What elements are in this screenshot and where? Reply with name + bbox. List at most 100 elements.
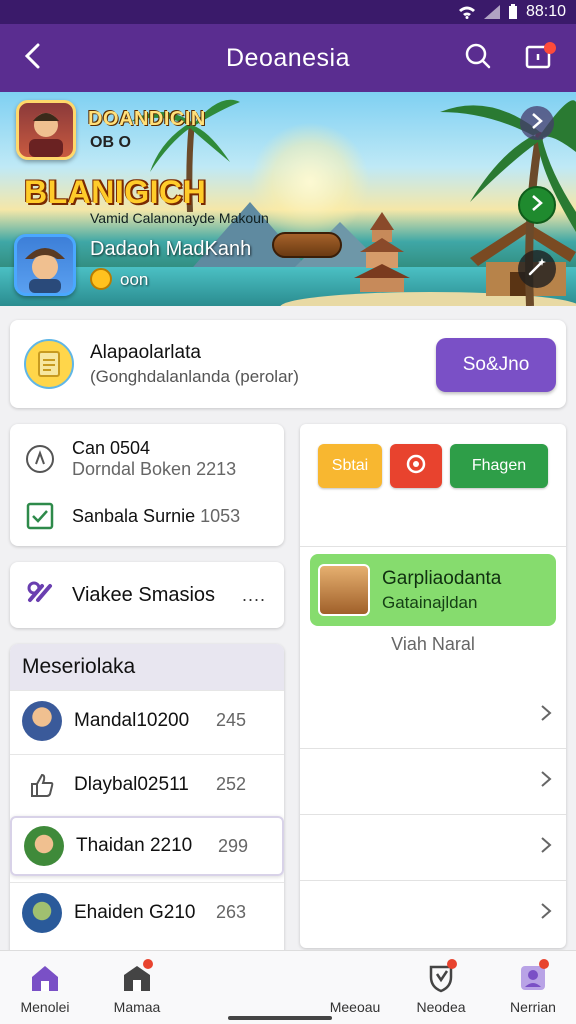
record-icon — [405, 453, 427, 480]
promo-card: Alapaolarlata (Gonghdalanlanda (perolar)… — [10, 320, 566, 408]
player-score: 263 — [216, 902, 247, 922]
table-row[interactable]: Thaidan 2210 299 — [10, 816, 284, 876]
nav-item-home[interactable]: Menolei — [0, 961, 90, 1015]
magic-wand-icon — [527, 257, 547, 282]
list-item[interactable] — [300, 880, 566, 946]
link-icon — [26, 580, 56, 611]
more-icon[interactable]: .... — [242, 585, 266, 606]
chevron-right-icon — [540, 836, 552, 859]
stats-card: Can 0504 Dorndal Boken 2213 Sanbala Surn… — [10, 424, 284, 546]
player-score: 245 — [216, 710, 247, 730]
table-row[interactable]: Dlaybal02511 252 — [10, 754, 284, 814]
right-panel: Sbtai Fhagen Garpliaodanta Gatainajldan … — [300, 424, 566, 948]
list-item[interactable] — [300, 748, 566, 814]
chevron-right-icon — [540, 770, 552, 793]
status-bar: 88:10 — [0, 0, 576, 24]
wifi-icon — [458, 5, 476, 19]
player-name: Ehaiden G210 — [74, 901, 196, 923]
promo-cta-button[interactable]: So&Jno — [436, 338, 556, 392]
nav-label: Nerrian — [510, 999, 556, 1015]
battery-icon — [508, 4, 518, 20]
player-score: 252 — [216, 774, 247, 794]
play-button[interactable] — [518, 186, 556, 224]
player-name: Thaidan 2210 — [76, 835, 193, 856]
magic-button[interactable] — [518, 250, 556, 288]
chevron-left-icon — [24, 43, 40, 74]
store-icon — [119, 959, 155, 995]
stat-row[interactable]: Sanbala Surnie 1053 — [24, 500, 240, 532]
banner-next-button[interactable] — [520, 106, 554, 140]
status-time: 88:10 — [525, 3, 566, 20]
boat-illustration — [272, 232, 342, 258]
signal-icon — [483, 5, 500, 19]
chevron-right-icon — [531, 194, 543, 217]
notifications-button[interactable] — [518, 38, 558, 78]
home-indicator — [228, 1016, 332, 1020]
promo-subtitle: (Gonghdalanlanda (perolar) — [90, 366, 299, 386]
chip-button[interactable]: Sbtai — [318, 444, 382, 488]
player-avatar[interactable] — [16, 100, 76, 160]
chevron-right-icon — [531, 112, 543, 135]
session-card[interactable]: Viakee Smasios .... — [10, 562, 284, 628]
stat-label: Sanbala Surnie — [72, 505, 196, 526]
ranking-list: Meseriolaka Mandal10200 245 Dlaybal02511… — [10, 644, 284, 964]
search-icon — [464, 42, 492, 75]
section-label: Viah Naral — [391, 634, 475, 654]
nav-item-profile[interactable]: Nerrian — [488, 959, 576, 1015]
app-bar: Deoanesia — [0, 24, 576, 92]
avatar — [318, 564, 370, 616]
player-name: Mandal10200 — [74, 709, 190, 731]
player-name: Dlaybal02511 — [74, 773, 189, 795]
featured-subtitle: Gatainajldan — [382, 592, 478, 612]
nav-label: Neodea — [416, 999, 466, 1015]
search-button[interactable] — [458, 38, 498, 78]
back-button[interactable] — [0, 24, 64, 92]
nav-label: Meeoau — [329, 999, 381, 1015]
record-chip-button[interactable] — [390, 444, 442, 488]
nav-label: Mamaa — [113, 999, 161, 1015]
bottom-nav: Menolei Mamaa Meeoau Neodea Nerrian — [0, 950, 576, 1024]
stat-value: 1053 — [200, 505, 241, 526]
thumbs-up-icon — [22, 765, 62, 805]
avatar — [22, 892, 62, 933]
chip-button[interactable]: Fhagen — [450, 444, 548, 488]
nav-label: Menolei — [20, 999, 70, 1015]
session-label: Viakee Smasios — [72, 583, 216, 606]
player-name: DOANDICIN — [88, 108, 206, 130]
ranking-header: Meseriolaka — [10, 644, 284, 690]
nav-item-store[interactable]: Mamaa — [92, 959, 182, 1015]
stat-value: Dorndal Boken 2213 — [72, 459, 237, 479]
blank-icon — [337, 961, 373, 995]
list-item[interactable] — [300, 814, 566, 880]
hero-banner[interactable]: DOANDICIN OB O BLANIGICH Vamid Calanonay… — [0, 92, 576, 306]
pagoda-illustration — [354, 212, 410, 292]
player-score: oon — [120, 270, 149, 289]
clock-icon — [24, 443, 56, 475]
stat-row[interactable]: Can 0504 Dorndal Boken 2213 — [24, 438, 236, 480]
profile-icon — [515, 959, 551, 995]
avatar — [22, 700, 62, 741]
coin-icon — [90, 268, 112, 290]
player-name: Dadaoh MadKanh — [90, 238, 252, 260]
player-score: 299 — [218, 835, 249, 856]
promo-title: Alapaolarlata — [90, 341, 201, 363]
nav-item-more[interactable]: Meeoau — [310, 961, 400, 1015]
document-icon — [24, 339, 74, 389]
home-icon — [27, 961, 63, 995]
chevron-right-icon — [540, 902, 552, 925]
table-row[interactable]: Ehaiden G210 263 — [10, 882, 284, 942]
notification-badge — [143, 959, 153, 969]
table-row[interactable]: Mandal10200 245 — [10, 690, 284, 750]
notification-badge — [544, 42, 556, 54]
nav-item-shield[interactable]: Neodea — [396, 959, 486, 1015]
player-avatar[interactable] — [14, 234, 76, 296]
divider — [300, 546, 566, 547]
stat-label: Can 0504 — [72, 438, 151, 458]
featured-item[interactable]: Garpliaodanta Gatainajldan — [310, 554, 556, 626]
notification-badge — [447, 959, 457, 969]
checkbox-icon — [24, 500, 56, 532]
notification-badge — [539, 959, 549, 969]
list-item[interactable] — [300, 682, 566, 748]
shield-icon — [423, 959, 459, 995]
banner-tagline: Vamid Calanonayde Makoun — [90, 210, 269, 226]
